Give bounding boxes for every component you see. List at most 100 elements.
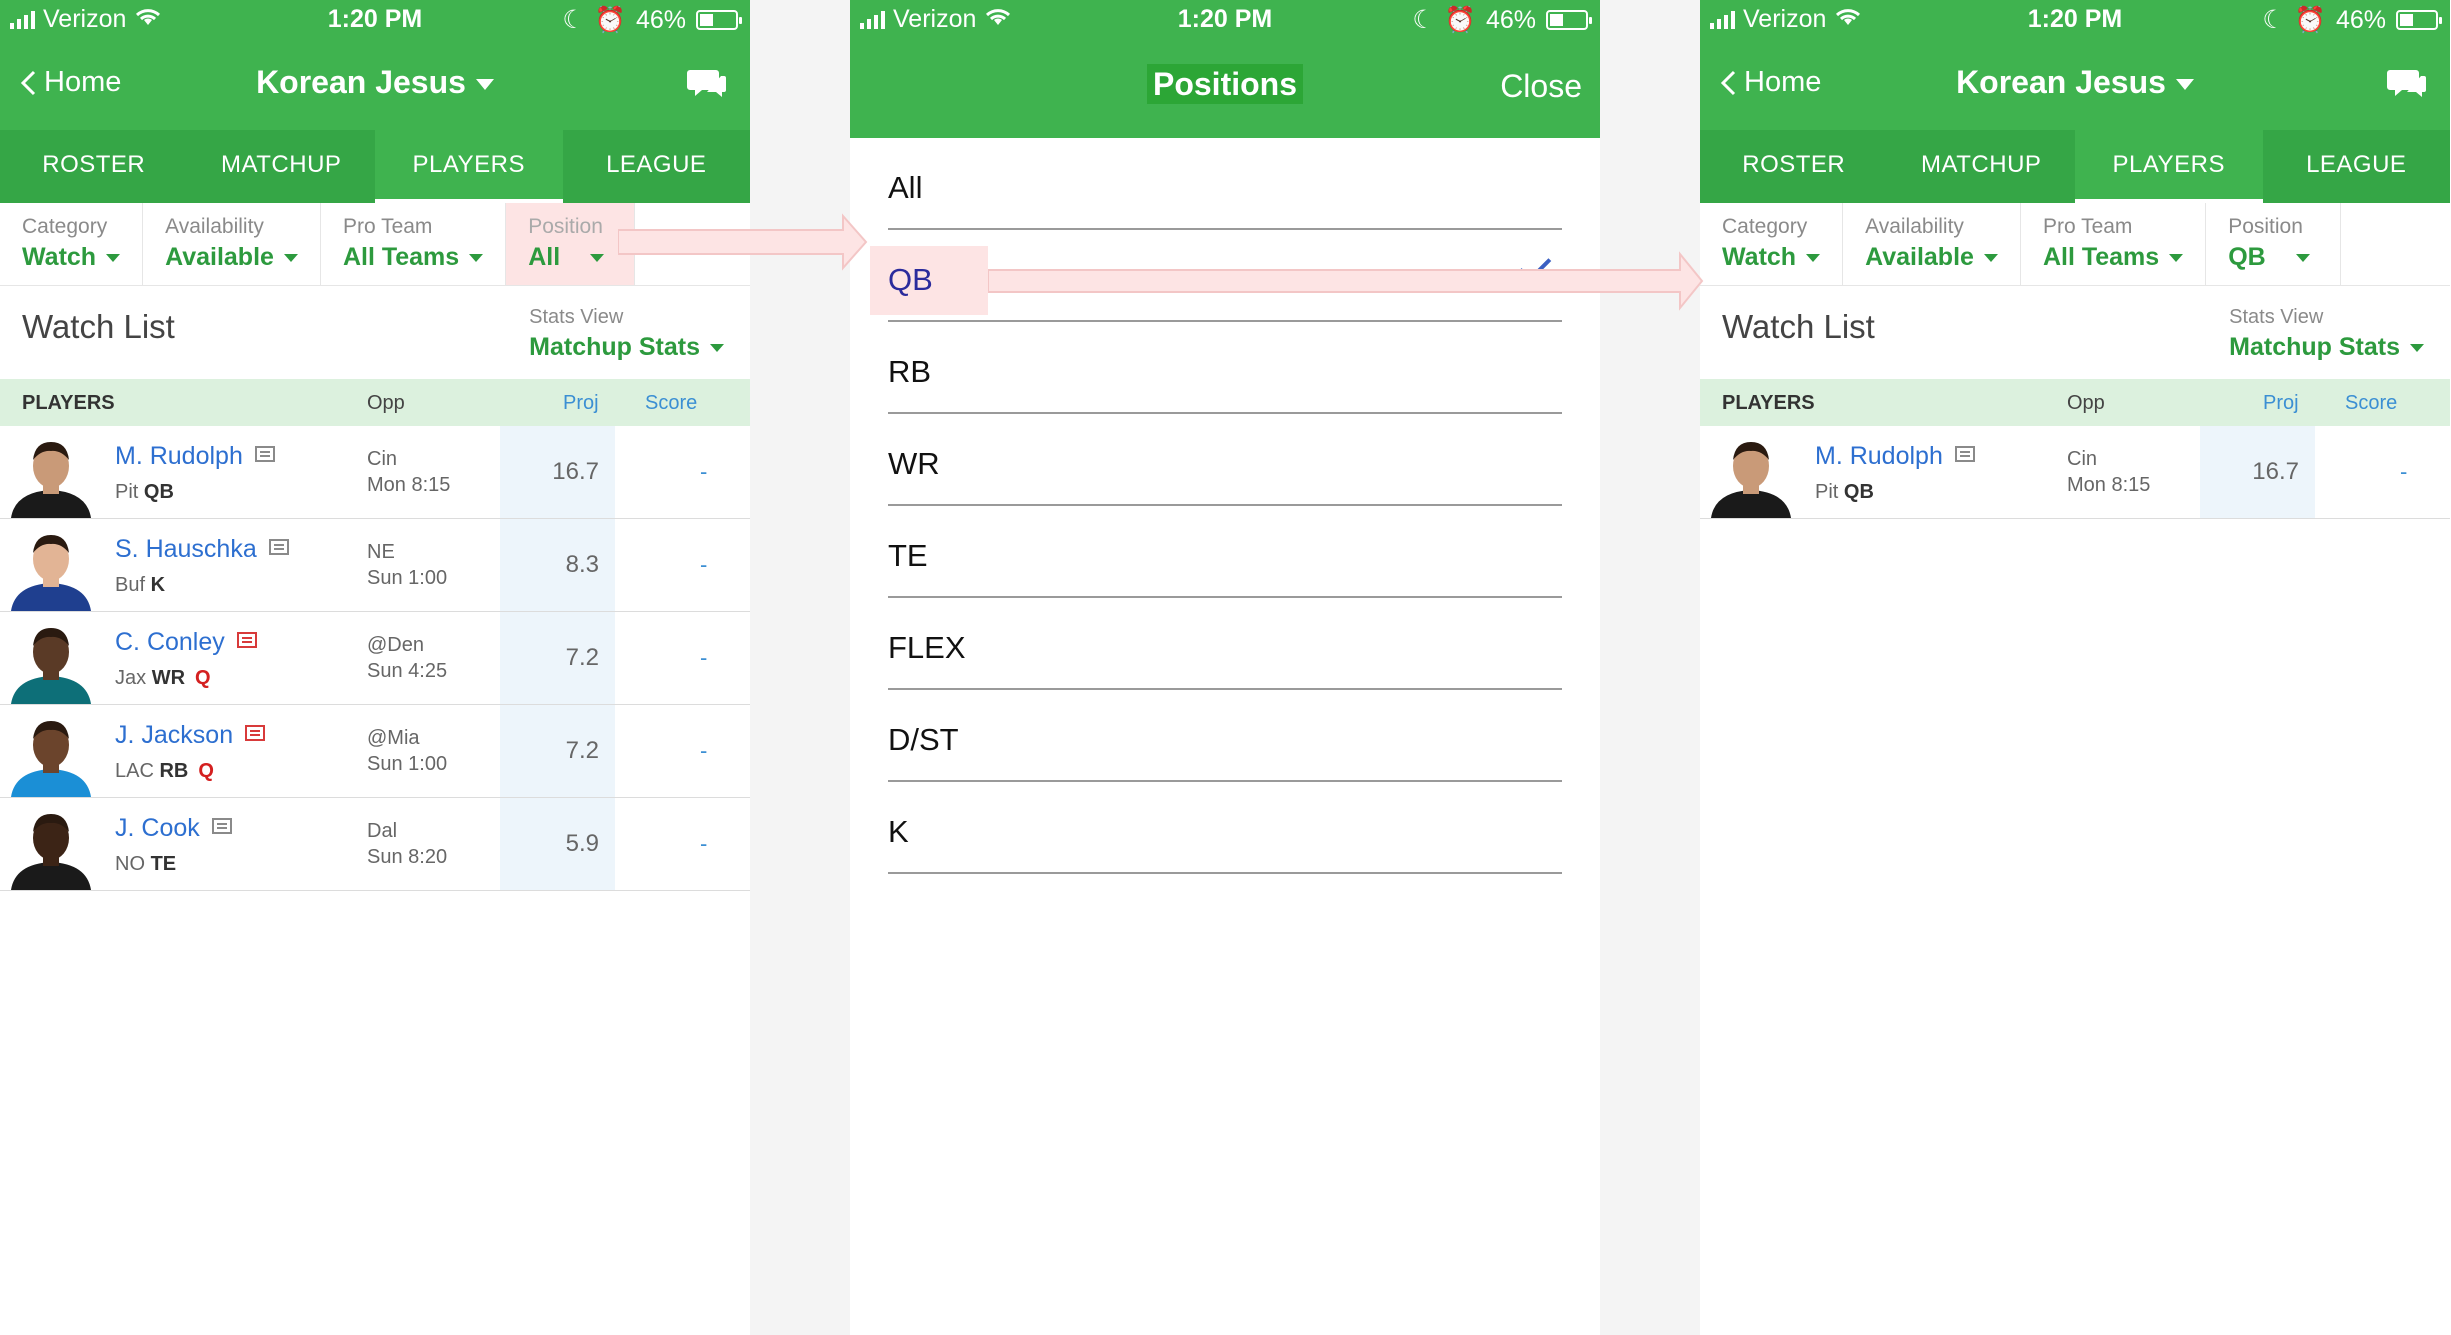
tab-league[interactable]: LEAGUE xyxy=(2263,130,2451,203)
player-name[interactable]: M. Rudolph xyxy=(1815,442,1943,470)
table-row[interactable]: J. Cook NO TE Dal Sun 8:20 5.9 - xyxy=(0,798,750,891)
position-filter[interactable]: Position QB xyxy=(2206,203,2341,285)
proj-column-header[interactable]: Proj xyxy=(563,392,599,415)
close-button[interactable]: Close xyxy=(1500,68,1582,105)
proteam-filter[interactable]: Pro Team All Teams xyxy=(321,203,507,285)
position-option-label: QB xyxy=(888,262,933,297)
player-table: M. Rudolph Pit QB Cin Mon 8:15 16.7 - xyxy=(1700,426,2450,519)
position-option-label: FLEX xyxy=(888,630,966,665)
chat-icon[interactable] xyxy=(2386,66,2428,109)
score: - xyxy=(700,645,708,670)
battery-label: 46% xyxy=(635,5,686,34)
panel-gap xyxy=(1600,0,1700,1335)
players-column-header: PLAYERS xyxy=(22,392,115,414)
category-filter[interactable]: Category Watch xyxy=(0,203,144,285)
position-option-flex[interactable]: FLEX xyxy=(888,598,1562,690)
proj-column-header[interactable]: Proj xyxy=(2263,392,2299,415)
table-row[interactable]: C. Conley Jax WR Q @Den Sun 4:25 7.2 - xyxy=(0,612,750,705)
battery-icon xyxy=(1546,10,1592,30)
proteam-filter[interactable]: Pro Team All Teams xyxy=(2021,203,2207,285)
position-option-all[interactable]: All xyxy=(888,138,1562,230)
position-option-label: RB xyxy=(888,354,932,389)
player-headshot[interactable] xyxy=(5,713,97,797)
app-navbar: Home Korean Jesus xyxy=(0,38,750,130)
position-option-te[interactable]: TE xyxy=(888,506,1562,598)
projected-points: 16.7 xyxy=(500,426,615,518)
table-row[interactable]: J. Jackson LAC RB Q @Mia Sun 1:00 7.2 - xyxy=(0,705,750,798)
table-header: PLAYERS Opp Proj Score xyxy=(1700,379,2450,426)
news-icon[interactable] xyxy=(245,725,266,741)
tab-players[interactable]: PLAYERS xyxy=(375,130,563,203)
tab-league[interactable]: LEAGUE xyxy=(563,130,751,203)
tab-roster[interactable]: ROSTER xyxy=(0,130,188,203)
chat-icon[interactable] xyxy=(686,66,728,109)
category-filter[interactable]: Category Watch xyxy=(1700,203,1844,285)
player-team: Pit xyxy=(115,481,139,503)
score: - xyxy=(700,738,708,763)
position-option-rb[interactable]: RB xyxy=(888,322,1562,414)
team-name: Korean Jesus xyxy=(1956,64,2166,100)
tab-players[interactable]: PLAYERS xyxy=(2075,130,2263,203)
stats-view-select[interactable]: Stats View Matchup Stats xyxy=(529,306,724,362)
news-icon[interactable] xyxy=(254,446,275,462)
player-name[interactable]: J. Jackson xyxy=(115,721,233,749)
team-switcher[interactable]: Korean Jesus xyxy=(1700,64,2450,101)
table-row[interactable]: M. Rudolph Pit QB Cin Mon 8:15 16.7 - xyxy=(1700,426,2450,519)
stats-view-select[interactable]: Stats View Matchup Stats xyxy=(2229,306,2424,362)
position-value: All xyxy=(528,243,561,271)
player-headshot[interactable] xyxy=(5,434,97,518)
position-option-label: WR xyxy=(888,446,940,481)
news-icon[interactable] xyxy=(211,818,232,834)
game-time: Sun 4:25 xyxy=(367,660,448,682)
tab-matchup[interactable]: MATCHUP xyxy=(1888,130,2076,203)
player-team: LAC xyxy=(115,760,154,782)
panel-gap xyxy=(750,0,850,1335)
projected-points: 5.9 xyxy=(500,798,615,890)
news-icon[interactable] xyxy=(1954,446,1975,462)
table-row[interactable]: S. Hauschka Buf K NE Sun 1:00 8.3 - xyxy=(0,519,750,612)
position-option-k[interactable]: K xyxy=(888,782,1562,874)
player-name[interactable]: S. Hauschka xyxy=(115,535,257,563)
tab-roster[interactable]: ROSTER xyxy=(1700,130,1888,203)
stats-view-label: Stats View xyxy=(2229,306,2324,328)
player-headshot[interactable] xyxy=(1705,434,1797,518)
player-headshot[interactable] xyxy=(5,527,97,611)
availability-filter[interactable]: Availability Available xyxy=(143,203,321,285)
news-icon[interactable] xyxy=(236,632,257,648)
main-tabs: ROSTER MATCHUP PLAYERS LEAGUE xyxy=(1700,130,2450,203)
tab-matchup[interactable]: MATCHUP xyxy=(188,130,376,203)
player-name[interactable]: M. Rudolph xyxy=(115,442,243,470)
game-time: Mon 8:15 xyxy=(367,474,451,496)
player-headshot[interactable] xyxy=(5,806,97,890)
player-position: QB xyxy=(1843,481,1874,503)
score-column-header[interactable]: Score xyxy=(2345,392,2397,415)
player-name[interactable]: C. Conley xyxy=(115,628,225,656)
battery-icon xyxy=(2396,10,2442,30)
position-option-dst[interactable]: D/ST xyxy=(888,690,1562,782)
position-label: Position xyxy=(528,215,603,238)
opponent: Cin xyxy=(2067,448,2098,470)
alarm-icon: ⏰ xyxy=(2294,5,2326,34)
caret-down-icon xyxy=(2410,344,2424,353)
availability-label: Availability xyxy=(1865,215,1964,238)
opp-column-header: Opp xyxy=(2067,392,2105,414)
player-name[interactable]: J. Cook xyxy=(115,814,200,842)
game-time: Sun 1:00 xyxy=(367,753,448,775)
position-filter[interactable]: Position All xyxy=(506,203,636,285)
player-team: Pit xyxy=(1815,481,1839,503)
table-row[interactable]: M. Rudolph Pit QB Cin Mon 8:15 16.7 - xyxy=(0,426,750,519)
news-icon[interactable] xyxy=(268,539,289,555)
availability-filter[interactable]: Availability Available xyxy=(1843,203,2021,285)
position-option-wr[interactable]: WR xyxy=(888,414,1562,506)
table-header: PLAYERS Opp Proj Score xyxy=(0,379,750,426)
players-screen-after: Verizon 1:20 PM ☾ ⏰ 46% Home Korean Jesu… xyxy=(1700,0,2450,1335)
player-position: TE xyxy=(150,853,177,875)
injury-status: Q xyxy=(195,667,211,689)
positions-modal-screen: Verizon 1:20 PM ☾ ⏰ 46% Positions Close … xyxy=(850,0,1600,1335)
player-headshot[interactable] xyxy=(5,620,97,704)
caret-down-icon xyxy=(1983,254,1998,263)
player-team: Buf xyxy=(115,574,146,596)
score-column-header[interactable]: Score xyxy=(645,392,697,415)
caret-down-icon xyxy=(469,254,484,263)
team-switcher[interactable]: Korean Jesus xyxy=(0,64,750,101)
